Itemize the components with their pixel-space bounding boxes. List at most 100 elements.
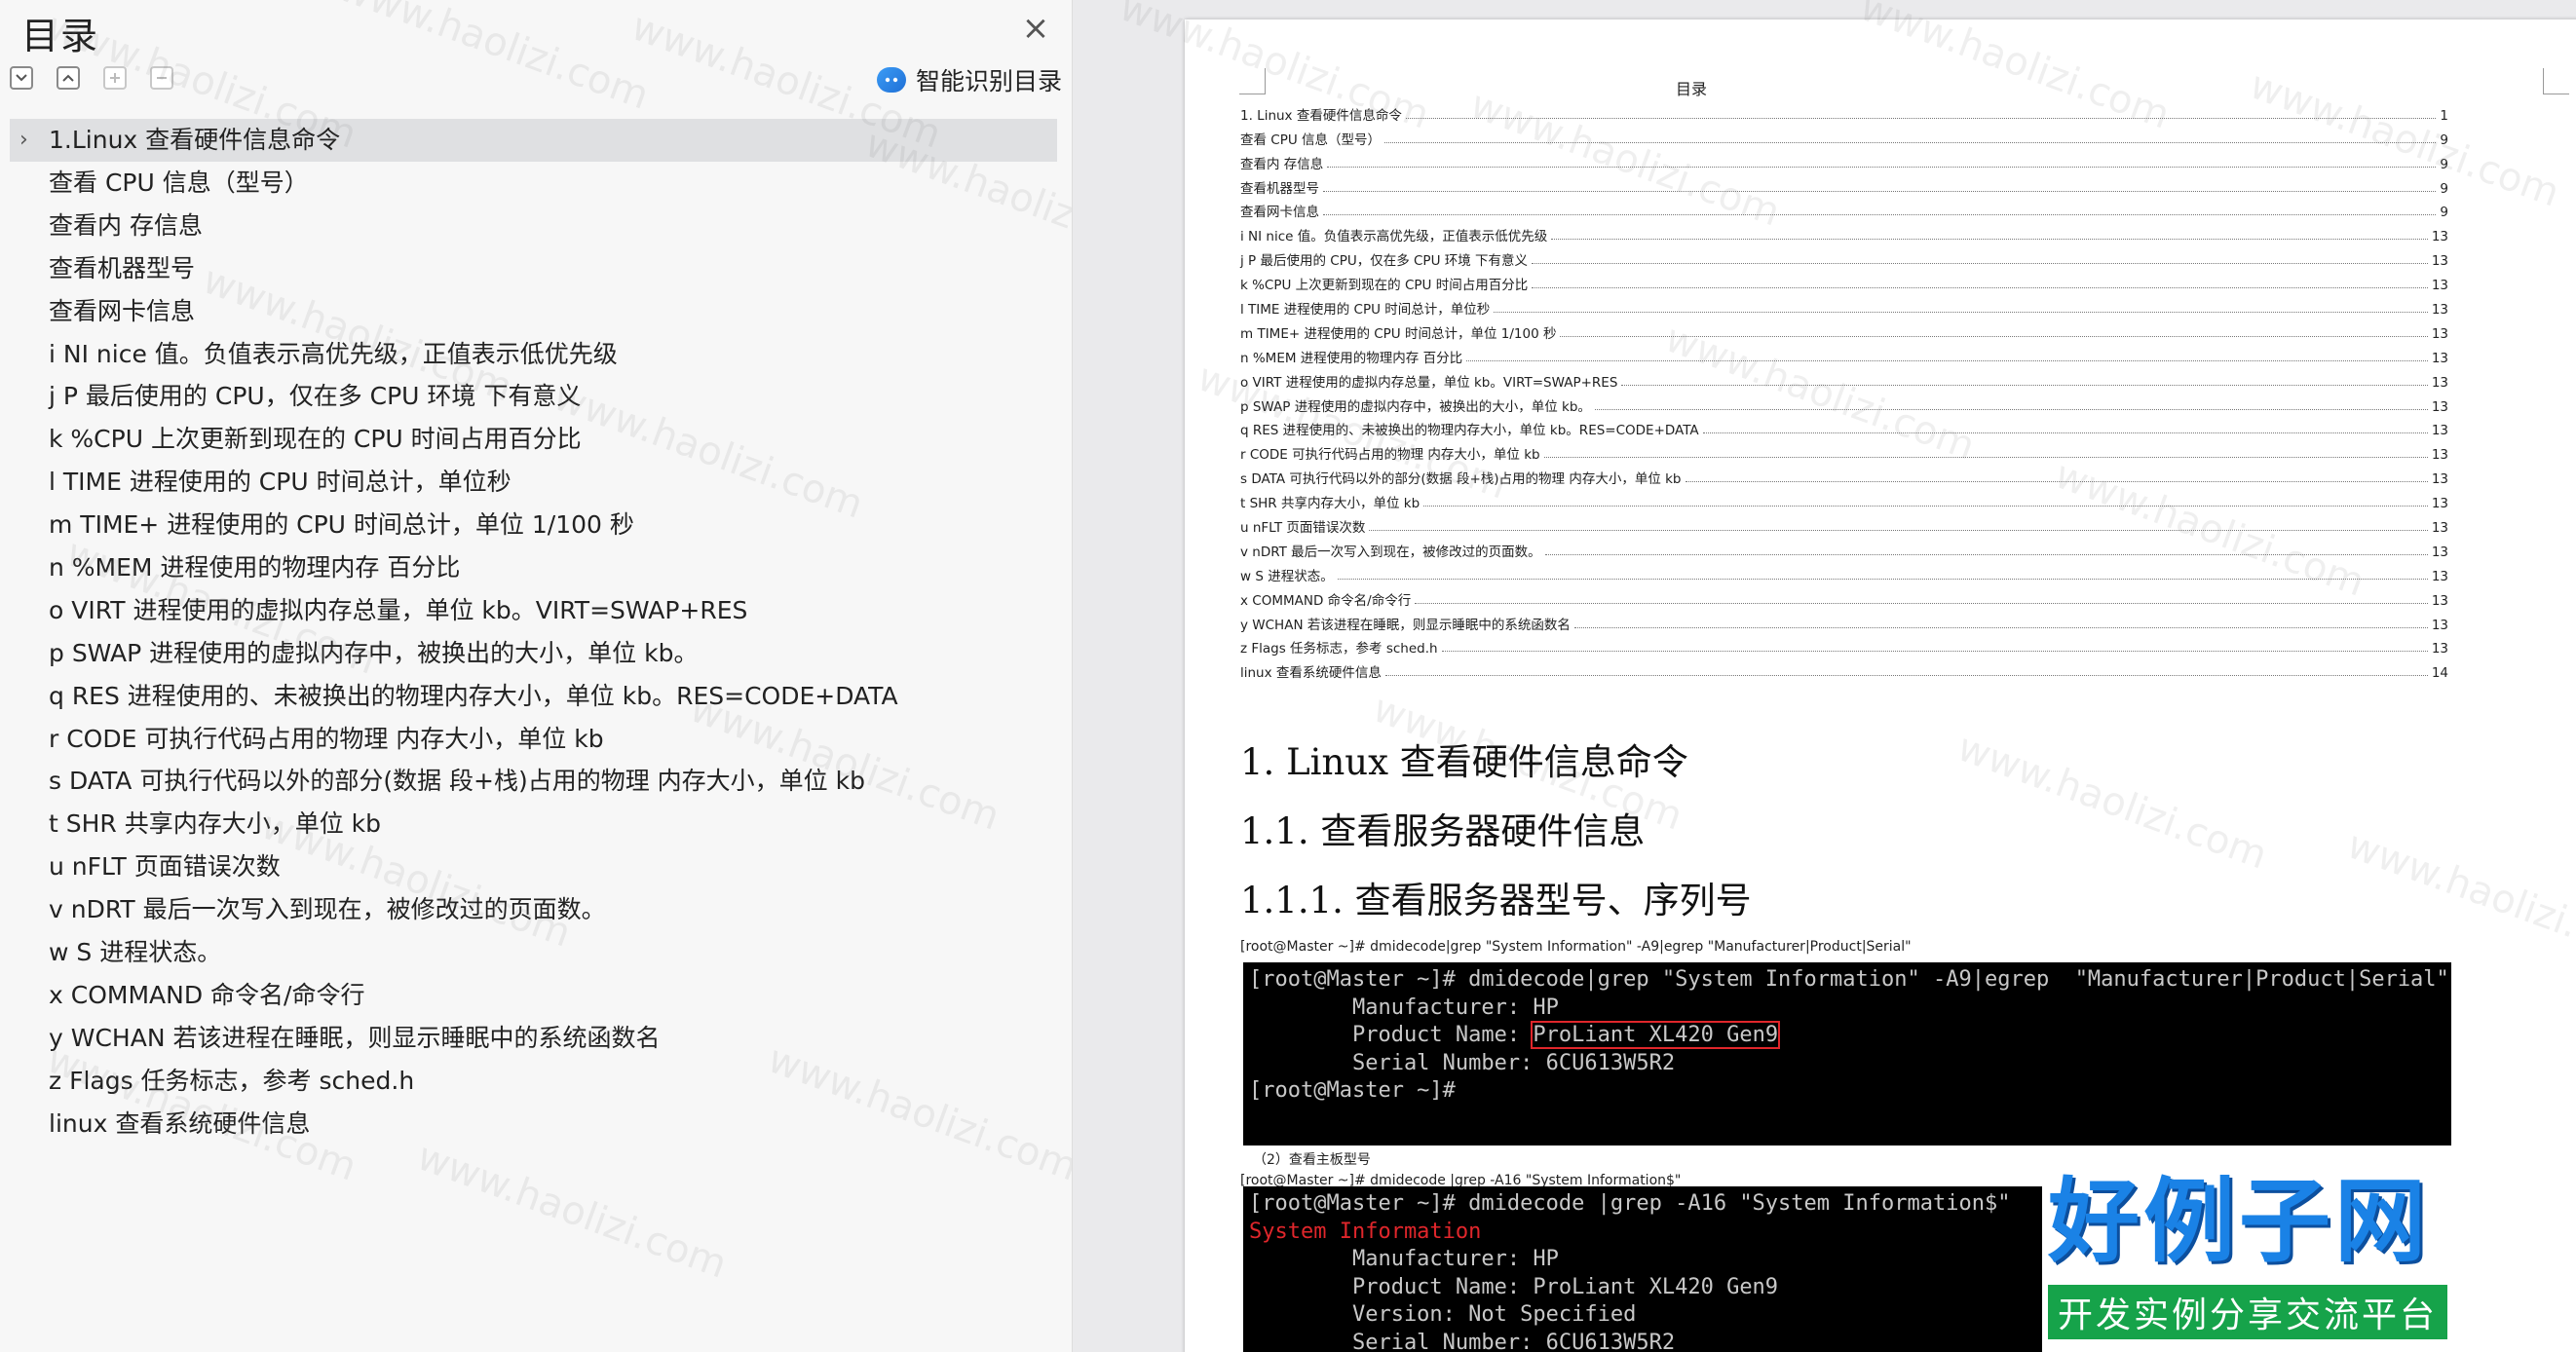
smart-toc-button[interactable]: 智能识别目录 — [877, 62, 1062, 97]
toc-entry-page: 9 — [2440, 131, 2448, 148]
toc-item-label: 查看 CPU 信息（型号） — [49, 169, 309, 197]
toc-item[interactable]: n %MEM 进程使用的物理内存 百分比 — [10, 546, 1057, 589]
add-entry-icon[interactable] — [103, 66, 127, 90]
toc-entry-text: v nDRT 最后一次写入到现在，被修改过的页面数。 — [1240, 544, 1541, 560]
toc-item[interactable]: k %CPU 上次更新到现在的 CPU 时间占用百分比 — [10, 418, 1057, 461]
toc-entry-text: p SWAP 进程使用的虚拟内存中，被换出的大小，单位 kb。 — [1240, 398, 1591, 415]
toc-item[interactable]: u nFLT 页面错误次数 — [10, 845, 1057, 888]
toc-entry-text: k %CPU 上次更新到现在的 CPU 时间占用百分比 — [1240, 278, 1529, 294]
document-toc-entry[interactable]: z Flags 任务标志，参考 sched.h 13 — [1240, 633, 2448, 657]
toc-item[interactable]: 查看机器型号 — [10, 247, 1057, 290]
smart-toc-label: 智能识别目录 — [916, 67, 1063, 95]
toc-item-label: l TIME 进程使用的 CPU 时间总计，单位秒 — [49, 468, 511, 497]
toc-item-label: p SWAP 进程使用的虚拟内存中，被换出的大小，单位 kb。 — [49, 638, 699, 667]
toc-item[interactable]: r CODE 可执行代码占用的物理 内存大小，单位 kb — [10, 718, 1057, 761]
toc-entry-page: 13 — [2431, 471, 2448, 488]
document-toc-entry[interactable]: 查看机器型号 9 — [1240, 172, 2448, 197]
toc-item-label: x COMMAND 命令名/命令行 — [49, 980, 365, 1009]
toc-item-label: t SHR 共享内存大小，单位 kb — [49, 809, 382, 839]
toc-leader-dots — [1594, 408, 2428, 410]
document-toc-entry[interactable]: s DATA 可执行代码以外的部分(数据 段+栈)占用的物理 内存大小，单位 k… — [1240, 463, 2448, 487]
toc-item[interactable]: z Flags 任务标志，参考 sched.h — [10, 1060, 1057, 1103]
toc-leader-dots — [1544, 553, 2428, 555]
toc-leader-dots — [1702, 432, 2428, 434]
toc-item[interactable]: 查看网卡信息 — [10, 290, 1057, 333]
terminal-line: Manufacturer: HP — [1249, 995, 1559, 1020]
document-toc-entry[interactable]: m TIME+ 进程使用的 CPU 时间总计，单位 1/100 秒 13 — [1240, 318, 2448, 342]
terminal-line: [root@Master ~]# dmidecode |grep -A16 "S… — [1249, 1191, 2011, 1216]
toc-item-label: 查看机器型号 — [49, 253, 196, 282]
toc-item[interactable]: s DATA 可执行代码以外的部分(数据 段+栈)占用的物理 内存大小，单位 k… — [10, 760, 1057, 803]
collapse-all-icon[interactable] — [57, 66, 80, 90]
document-toc-entry[interactable]: 查看网卡信息 9 — [1240, 197, 2448, 220]
toc-item[interactable]: o VIRT 进程使用的虚拟内存总量，单位 kb。VIRT=SWAP+RES — [10, 589, 1057, 632]
toc-item[interactable]: p SWAP 进程使用的虚拟内存中，被换出的大小，单位 kb。 — [10, 632, 1057, 675]
toc-item[interactable]: i NI nice 值。负值表示高优先级，正值表示低优先级 — [10, 333, 1057, 376]
expand-all-icon[interactable] — [10, 66, 33, 90]
document-toc-entry[interactable]: t SHR 共享内存大小，单位 kb 13 — [1240, 487, 2448, 511]
document-toc-entry[interactable]: n %MEM 进程使用的物理内存 百分比 13 — [1240, 342, 2448, 366]
toc-leader-dots — [1532, 263, 2428, 265]
terminal-line: Product Name: ProLiant XL420 Gen9 — [1249, 1021, 2445, 1050]
highlighted-product-name: ProLiant XL420 Gen9 — [1531, 1021, 1781, 1049]
toc-entry-page: 13 — [2431, 496, 2448, 512]
toc-item-label: w S 进程状态。 — [49, 938, 222, 967]
chevron-right-icon[interactable]: › — [19, 119, 39, 162]
document-toc-entry[interactable]: 1. Linux 查看硬件信息命令 1 — [1240, 99, 2448, 124]
document-toc-entry[interactable]: o VIRT 进程使用的虚拟内存总量，单位 kb。VIRT=SWAP+RES 13 — [1240, 366, 2448, 391]
toc-item-label: i NI nice 值。负值表示高优先级，正值表示低优先级 — [49, 339, 618, 368]
toc-item[interactable]: t SHR 共享内存大小，单位 kb — [10, 803, 1057, 845]
toc-item-label: q RES 进程使用的、未被换出的物理内存大小，单位 kb。RES=CODE+D… — [49, 681, 898, 710]
terminal-line: Serial Number: 6CU613W5R2 — [1249, 1050, 1676, 1075]
document-toc-entry[interactable]: j P 最后使用的 CPU，仅在多 CPU 环境 下有意义 13 — [1240, 244, 2448, 269]
document-toc-entry[interactable]: linux 查看系统硬件信息 14 — [1240, 657, 2448, 681]
document-toc-entry[interactable]: y WCHAN 若该进程在睡眠，则显示睡眠中的系统函数名 13 — [1240, 609, 2448, 633]
document-toc-entry[interactable]: r CODE 可执行代码占用的物理 内存大小，单位 kb 13 — [1240, 438, 2448, 463]
toc-entry-page: 13 — [2431, 423, 2448, 439]
toc-item[interactable]: x COMMAND 命令名/命令行 — [10, 974, 1057, 1017]
document-toc-entry[interactable]: i NI nice 值。负值表示高优先级，正值表示低优先级 13 — [1240, 220, 2448, 244]
toc-entry-text: o VIRT 进程使用的虚拟内存总量，单位 kb。VIRT=SWAP+RES — [1240, 374, 1618, 391]
toc-item[interactable]: m TIME+ 进程使用的 CPU 时间总计，单位 1/100 秒 — [10, 504, 1057, 546]
document-toc-entry[interactable]: v nDRT 最后一次写入到现在，被修改过的页面数。 13 — [1240, 536, 2448, 560]
toc-item[interactable]: › 1.Linux 查看硬件信息命令 — [10, 119, 1057, 162]
document-toc-entry[interactable]: k %CPU 上次更新到现在的 CPU 时间占用百分比 13 — [1240, 269, 2448, 293]
page-corner-mark — [2543, 68, 2569, 94]
toc-item[interactable]: w S 进程状态。 — [10, 931, 1057, 974]
terminal-line: [root@Master ~]# dmidecode|grep "System … — [1249, 967, 2449, 992]
command-text: [root@Master ~]# dmidecode|grep "System … — [1240, 939, 1912, 955]
toc-item[interactable]: y WCHAN 若该进程在睡眠，则显示睡眠中的系统函数名 — [10, 1017, 1057, 1060]
document-toc-entry[interactable]: 查看内 存信息 9 — [1240, 148, 2448, 172]
toc-item[interactable]: 查看 CPU 信息（型号） — [10, 162, 1057, 205]
toc-item[interactable]: q RES 进程使用的、未被换出的物理内存大小，单位 kb。RES=CODE+D… — [10, 675, 1057, 718]
toc-item[interactable]: 查看内 存信息 — [10, 205, 1057, 247]
toc-leader-dots — [1423, 506, 2428, 507]
toc-entry-text: l TIME 进程使用的 CPU 时间总计，单位秒 — [1240, 302, 1491, 319]
toc-entry-page: 13 — [2431, 592, 2448, 609]
toc-item[interactable]: l TIME 进程使用的 CPU 时间总计，单位秒 — [10, 461, 1057, 504]
remove-entry-icon[interactable] — [150, 66, 173, 90]
toc-list: › 1.Linux 查看硬件信息命令查看 CPU 信息（型号） 查看内 存信息查看机… — [10, 119, 1057, 1145]
toc-item[interactable]: linux 查看系统硬件信息 — [10, 1103, 1057, 1145]
toc-leader-dots — [1369, 530, 2428, 532]
toc-entry-text: 1. Linux 查看硬件信息命令 — [1240, 107, 1402, 124]
toc-item[interactable]: v nDRT 最后一次写入到现在，被修改过的页面数。 — [10, 888, 1057, 931]
document-toc-entry[interactable]: l TIME 进程使用的 CPU 时间总计，单位秒 13 — [1240, 293, 2448, 318]
toc-item[interactable]: j P 最后使用的 CPU，仅在多 CPU 环境 下有意义 — [10, 375, 1057, 418]
toc-entry-text: w S 进程状态。 — [1240, 568, 1334, 584]
document-toc-entry[interactable]: w S 进程状态。 13 — [1240, 560, 2448, 584]
toc-leader-dots — [1685, 481, 2428, 483]
document-view[interactable]: 目录 1. Linux 查看硬件信息命令 1 查看 CPU 信息（型号） 9 查看内 存… — [1073, 0, 2576, 1352]
document-toc-entry[interactable]: q RES 进程使用的、未被换出的物理内存大小，单位 kb。RES=CODE+D… — [1240, 415, 2448, 439]
toc-entry-page: 13 — [2431, 641, 2448, 657]
toc-entry-page: 13 — [2431, 302, 2448, 319]
document-toc-entry[interactable]: x COMMAND 命令名/命令行 13 — [1240, 584, 2448, 609]
toc-entry-page: 13 — [2431, 229, 2448, 245]
close-icon[interactable]: × — [1019, 12, 1052, 45]
document-toc-entry[interactable]: p SWAP 进程使用的虚拟内存中，被换出的大小，单位 kb。 13 — [1240, 391, 2448, 415]
document-toc-entry[interactable]: 查看 CPU 信息（型号） 9 — [1240, 124, 2448, 148]
toc-entry-page: 9 — [2440, 180, 2448, 197]
toc-leader-dots — [1384, 675, 2428, 677]
document-toc-entry[interactable]: u nFLT 页面错误次数 13 — [1240, 511, 2448, 536]
toc-panel: 目录 × 智能识别目录 › 1.Linux 查看硬件信息命令 查看 CPU 信息（型… — [0, 0, 1073, 1352]
